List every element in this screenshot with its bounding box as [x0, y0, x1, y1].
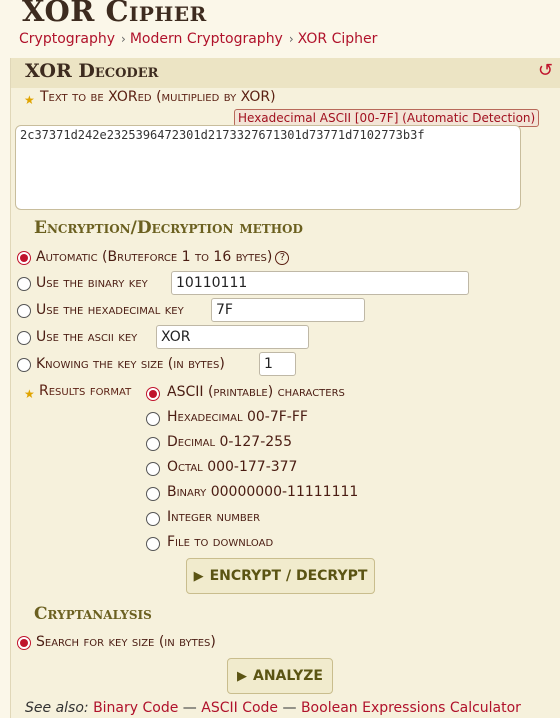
star-icon: ★	[24, 93, 35, 107]
method-hex-radio[interactable]	[17, 304, 31, 318]
link-boolean-calculator[interactable]: Boolean Expressions Calculator	[301, 700, 521, 716]
star-icon: ★	[24, 387, 35, 401]
method-binary-radio[interactable]	[17, 277, 31, 291]
format-decimal-radio[interactable]	[146, 437, 160, 451]
breadcrumb-separator-icon: ›	[121, 32, 126, 46]
keysize-search-label: Search for key size (in bytes)	[36, 634, 216, 650]
keysize-search-radio[interactable]	[17, 636, 31, 650]
format-octal-label: Octal 000-177-377	[167, 459, 298, 475]
see-also-prefix: See also:	[25, 700, 89, 716]
method-auto-label: Automatic (Bruteforce 1 to 16 bytes)?	[36, 249, 290, 265]
format-integer-radio[interactable]	[146, 512, 160, 526]
method-ascii-label: Use the ascii key	[36, 329, 138, 345]
breadcrumb: Cryptography › Modern Cryptography › XOR Cip…	[19, 31, 377, 47]
help-icon[interactable]: ?	[275, 251, 290, 265]
format-ascii-label: ASCII (printable) characters	[167, 384, 345, 400]
text-input-label: Text to be XORed (multiplied by XOR)	[40, 89, 276, 105]
cryptanalysis-heading: Cryptanalysis	[34, 604, 152, 624]
breadcrumb-modern-cryptography[interactable]: Modern Cryptography	[130, 31, 283, 47]
key-size-input[interactable]	[259, 352, 296, 376]
format-ascii-radio[interactable]	[146, 387, 160, 401]
hex-key-input[interactable]	[211, 298, 365, 322]
format-decimal-label: Decimal 0-127-255	[167, 434, 292, 450]
separator: —	[282, 700, 297, 716]
results-format-label: Results format	[39, 383, 132, 399]
see-also: See also: Binary Code — ASCII Code — Boo…	[25, 700, 521, 716]
ascii-key-input[interactable]	[156, 325, 309, 349]
play-icon: ▶	[193, 568, 204, 584]
separator: —	[182, 700, 197, 716]
method-binary-label: Use the binary key	[36, 275, 148, 291]
method-keysize-label: Knowing the key size (in bytes)	[36, 356, 225, 372]
encrypt-decrypt-button[interactable]: ▶ ENCRYPT / DECRYPT	[186, 558, 375, 594]
format-hex-label: Hexadecimal 00-7F-FF	[167, 409, 308, 425]
breadcrumb-xor-cipher[interactable]: XOR Cipher	[298, 31, 378, 47]
format-file-radio[interactable]	[146, 537, 160, 551]
method-ascii-radio[interactable]	[17, 331, 31, 345]
format-binary-label: Binary 00000000-11111111	[167, 484, 359, 500]
breadcrumb-cryptography[interactable]: Cryptography	[19, 31, 115, 47]
format-integer-label: Integer number	[167, 509, 261, 525]
format-hex-radio[interactable]	[146, 412, 160, 426]
link-ascii-code[interactable]: ASCII Code	[201, 700, 278, 716]
format-binary-radio[interactable]	[146, 487, 160, 501]
format-octal-radio[interactable]	[146, 462, 160, 476]
xor-text-input[interactable]	[15, 125, 521, 210]
method-hex-label: Use the hexadecimal key	[36, 302, 184, 318]
play-icon: ▶	[237, 668, 247, 684]
panel-header: XOR Decoder ↺	[11, 58, 560, 88]
reset-icon[interactable]: ↺	[538, 62, 553, 80]
panel-title: XOR Decoder	[25, 60, 159, 82]
link-binary-code[interactable]: Binary Code	[93, 700, 178, 716]
method-keysize-radio[interactable]	[17, 358, 31, 372]
format-file-label: File to download	[167, 534, 274, 550]
page-title: XOR Cipher	[22, 0, 207, 28]
method-heading: Encryption/Decryption method	[34, 218, 303, 238]
analyze-button[interactable]: ▶ ANALYZE	[227, 658, 333, 694]
binary-key-input[interactable]	[171, 271, 469, 295]
method-auto-radio[interactable]	[17, 251, 31, 265]
breadcrumb-separator-icon: ›	[288, 32, 294, 46]
